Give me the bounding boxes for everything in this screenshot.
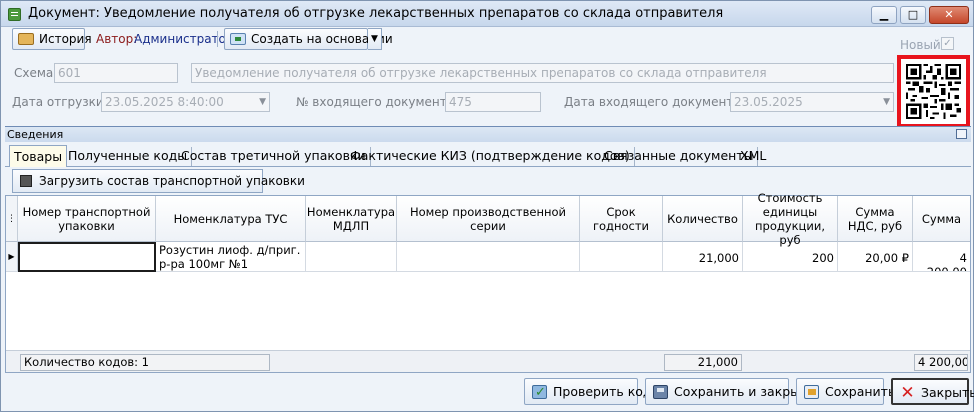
document-icon — [8, 8, 21, 21]
history-icon — [18, 33, 34, 45]
incoming-date-field[interactable]: 23.05.2025 ▼ — [730, 92, 894, 112]
create-based-on-button[interactable]: Создать на основании — [224, 28, 393, 50]
schema-code-field[interactable]: 601 — [54, 63, 178, 83]
check-codes-icon — [532, 380, 547, 405]
section-restore-button[interactable] — [956, 129, 967, 139]
save-and-close-label: Сохранить и закрыть — [674, 384, 815, 399]
window-title: Документ: Уведомление получателя об отгр… — [28, 6, 724, 21]
quantity-total: 21,000 — [664, 354, 742, 371]
save-label: Сохранить — [825, 384, 896, 399]
ship-date-value: 23.05.2025 8:40:00 — [105, 95, 224, 109]
col-series-number[interactable]: Номер производственной серии — [397, 196, 580, 242]
incoming-no-field[interactable]: 475 — [445, 92, 541, 112]
section-title: Сведения — [7, 128, 64, 141]
codes-count: Количество кодов: 1 — [20, 354, 270, 371]
table-cell-vat-sum[interactable]: 20,00 ₽ — [838, 242, 913, 272]
tab-received-codes[interactable]: Полученные коды — [64, 147, 193, 166]
qr-code-icon — [906, 64, 961, 119]
col-quantity[interactable]: Количество — [663, 196, 743, 242]
table-cell-sum[interactable]: 4 200,00 ₽ — [913, 242, 970, 272]
close-button[interactable]: ✕ Закрыть — [891, 378, 974, 405]
table-cell-expiry[interactable] — [580, 242, 663, 272]
col-expiry[interactable]: Срок годности — [580, 196, 663, 242]
schema-name-field[interactable]: Уведомление получателя об отгрузке лекар… — [191, 63, 894, 83]
document-window: Документ: Уведомление получателя об отгр… — [0, 0, 974, 412]
row-indicator-icon[interactable]: ▶ — [6, 242, 18, 272]
tab-related-documents[interactable]: Связанные документы — [600, 147, 759, 166]
save-button[interactable]: Сохранить — [796, 378, 895, 405]
create-based-on-dropdown[interactable]: ▼ — [368, 28, 382, 50]
author-label: Автор: — [96, 32, 138, 46]
check-codes-button[interactable]: Проверить коды — [524, 378, 661, 405]
tab-xml[interactable]: XML — [736, 147, 770, 166]
toolbar-separator — [217, 31, 218, 47]
title-bar[interactable]: Документ: Уведомление получателя об отгр… — [1, 1, 973, 27]
table-cell-unit-cost[interactable]: 200 — [743, 242, 838, 272]
maximize-button[interactable]: □ — [900, 6, 926, 24]
col-transport-package[interactable]: Номер транспортной упаковки — [18, 196, 156, 242]
table-cell-nomenclature-tus[interactable]: Розустин лиоф. д/приг. р-ра 100мг №1 — [156, 242, 306, 272]
save-and-close-icon — [653, 385, 668, 399]
minimize-button[interactable]: ▁ — [871, 6, 897, 24]
table-cell-nomenclature-mdlp[interactable] — [306, 242, 397, 272]
incoming-no-label: № входящего документа: — [296, 95, 459, 109]
close-window-button[interactable]: ✕ — [929, 6, 969, 24]
schema-label: Схема: — [14, 66, 58, 80]
tab-tertiary-packaging[interactable]: Состав третичной упаковки — [177, 147, 371, 166]
create-document-icon — [230, 33, 246, 45]
new-label: Новый — [900, 38, 941, 52]
history-label: История — [39, 32, 92, 46]
details-section-header: Сведения — [5, 126, 971, 142]
incoming-date-value: 23.05.2025 — [734, 95, 803, 109]
ship-date-field[interactable]: 23.05.2025 8:40:00 ▼ — [101, 92, 270, 112]
load-transport-package-label: Загрузить состав транспортной упаковки — [39, 174, 305, 188]
save-icon — [804, 385, 819, 399]
col-unit-cost[interactable]: Стоимость единицы продукции, руб — [743, 191, 838, 247]
new-checkbox[interactable]: ✓ — [941, 37, 954, 50]
author-value: Администратор — [134, 32, 234, 46]
table-cell-series-number[interactable] — [397, 242, 580, 272]
column-chooser-icon[interactable]: ⋮ — [6, 196, 18, 242]
tab-actual-kiz[interactable]: Фактические КИЗ (подтверждение кодов) — [346, 147, 635, 166]
package-icon — [20, 175, 32, 187]
col-nomenclature-mdlp[interactable]: Номенклатура МДЛП — [306, 196, 397, 242]
col-sum[interactable]: Сумма — [913, 196, 970, 242]
tabstrip-line — [5, 166, 971, 167]
history-button[interactable]: История — [12, 28, 92, 50]
qr-code-frame — [897, 55, 970, 128]
ship-date-label: Дата отгрузки: — [12, 95, 108, 109]
col-nomenclature-tus[interactable]: Номенклатура ТУС — [156, 196, 306, 242]
sum-total: 4 200,00 ₽ — [914, 354, 968, 371]
incoming-date-dropdown-icon[interactable]: ▼ — [883, 93, 890, 111]
close-icon: ✕ — [900, 383, 915, 403]
col-vat-sum[interactable]: Сумма НДС, руб — [838, 196, 913, 242]
tab-goods[interactable]: Товары — [9, 145, 68, 167]
close-label: Закрыть — [921, 385, 974, 400]
table-cell-transport-package[interactable] — [18, 242, 156, 272]
incoming-date-label: Дата входящего документа: — [564, 95, 745, 109]
grid-footer: Количество кодов: 1 21,000 4 200,00 ₽ — [6, 350, 970, 372]
goods-grid: ⋮ Номер транспортной упаковки Номенклату… — [5, 191, 971, 373]
ship-date-dropdown-icon[interactable]: ▼ — [259, 93, 266, 111]
load-transport-package-button[interactable]: Загрузить состав транспортной упаковки — [12, 169, 305, 193]
toolbar: История Автор: Администратор Создать на … — [1, 27, 973, 52]
table-cell-quantity[interactable]: 21,000 — [663, 242, 743, 272]
save-and-close-button[interactable]: Сохранить и закрыть — [645, 378, 815, 405]
